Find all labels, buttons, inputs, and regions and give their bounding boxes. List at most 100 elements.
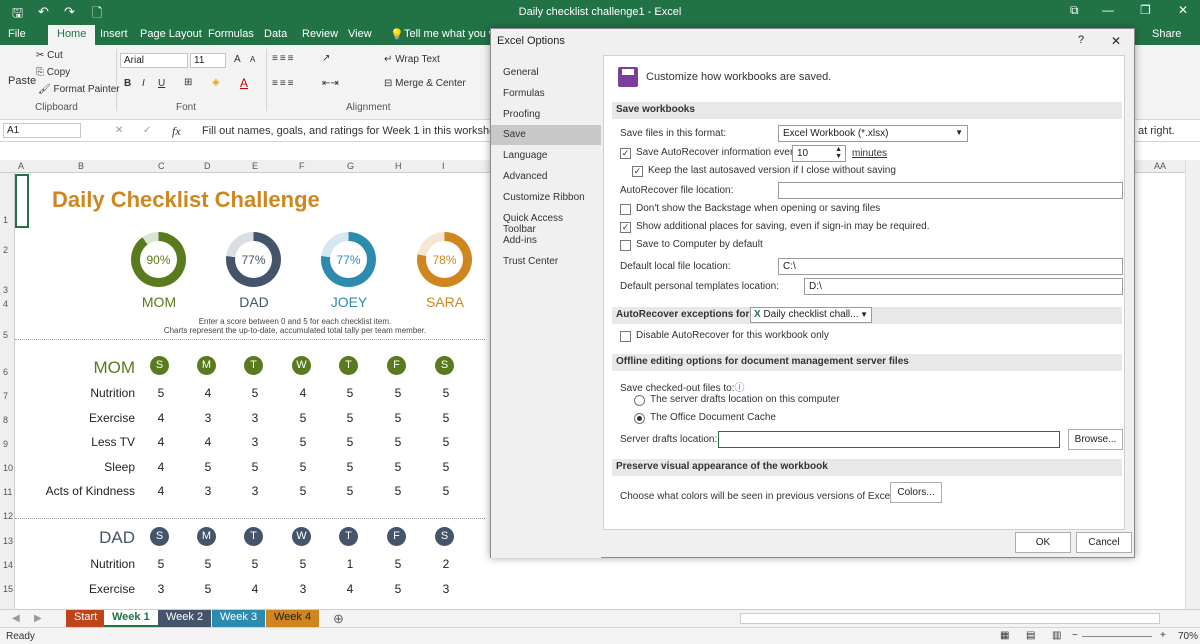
font-color-icon[interactable]: A — [240, 76, 248, 90]
font-name-select[interactable]: Arial — [120, 53, 188, 68]
cut-button[interactable]: ✂ Cut — [36, 50, 63, 61]
bold-button[interactable]: B — [124, 78, 131, 89]
insert-function-icon[interactable]: fx — [172, 124, 181, 139]
row-header[interactable]: 13 — [3, 536, 13, 546]
wrap-text-button[interactable]: ↵ Wrap Text — [384, 54, 440, 65]
dialog-close-button[interactable]: ✕ — [1111, 34, 1121, 48]
score-cell[interactable]: 5 — [388, 411, 408, 425]
score-cell[interactable]: 4 — [151, 411, 171, 425]
shrink-font-button[interactable]: A — [250, 55, 255, 64]
score-cell[interactable]: 5 — [245, 386, 265, 400]
score-cell[interactable]: 5 — [293, 435, 313, 449]
help-button[interactable]: ? — [1078, 34, 1084, 46]
font-size-select[interactable]: 11 — [190, 53, 226, 68]
score-cell[interactable]: 3 — [198, 484, 218, 498]
sheet-tab-start[interactable]: Start — [66, 610, 106, 627]
score-cell[interactable]: 4 — [151, 435, 171, 449]
active-cell[interactable] — [15, 174, 29, 228]
indent-icon[interactable]: ⇤⇥ — [322, 78, 339, 89]
maximize-button[interactable]: ❐ — [1140, 3, 1151, 17]
row-header[interactable]: 1 — [3, 215, 8, 225]
save-computer-checkbox[interactable] — [620, 240, 631, 251]
col-header-g[interactable]: G — [347, 161, 354, 171]
score-cell[interactable]: 3 — [293, 582, 313, 596]
options-nav-general[interactable]: General — [491, 63, 601, 83]
col-header-h[interactable]: H — [395, 161, 402, 171]
merge-center-button[interactable]: ⊟ Merge & Center — [384, 78, 466, 89]
keep-last-checkbox[interactable]: ✓ — [632, 166, 643, 177]
enter-icon[interactable]: ✓ — [143, 125, 151, 136]
options-nav-save[interactable]: Save — [491, 125, 601, 145]
tab-home[interactable]: Home — [48, 25, 96, 45]
options-nav-customize-ribbon[interactable]: Customize Ribbon — [491, 188, 601, 208]
score-cell[interactable]: 4 — [151, 484, 171, 498]
exceptions-workbook-select[interactable]: X Daily checklist chall... ▼ — [750, 307, 872, 323]
fill-color-icon[interactable]: ◈ — [212, 77, 220, 88]
scroll-left-icon[interactable]: ◀ — [12, 613, 20, 624]
grow-font-button[interactable]: A — [234, 54, 241, 65]
score-cell[interactable]: 4 — [151, 460, 171, 474]
scroll-right-icon[interactable]: ▶ — [34, 613, 42, 624]
dont-show-backstage-checkbox[interactable] — [620, 204, 631, 215]
zoom-out-icon[interactable]: − — [1072, 630, 1078, 641]
zoom-in-icon[interactable]: + — [1160, 630, 1166, 641]
row-header[interactable]: 2 — [3, 245, 8, 255]
score-cell[interactable]: 5 — [436, 460, 456, 474]
score-cell[interactable]: 5 — [293, 460, 313, 474]
close-window-button[interactable]: ✕ — [1178, 3, 1188, 17]
col-header-c[interactable]: C — [158, 161, 165, 171]
score-cell[interactable]: 5 — [293, 557, 313, 571]
score-cell[interactable]: 5 — [198, 557, 218, 571]
tab-view[interactable]: View — [348, 28, 372, 40]
score-cell[interactable]: 5 — [388, 557, 408, 571]
top-align-icon[interactable]: ≡≡≡ — [272, 53, 296, 64]
zoom-level[interactable]: 70% — [1178, 631, 1198, 642]
score-cell[interactable]: 4 — [340, 582, 360, 596]
copy-button[interactable]: ⎘ Copy — [36, 67, 70, 78]
row-header[interactable]: 7 — [3, 391, 8, 401]
ribbon-display-icon[interactable]: ⧉ — [1070, 3, 1079, 18]
autorecover-location-input[interactable] — [778, 182, 1123, 199]
score-cell[interactable]: 5 — [388, 460, 408, 474]
score-cell[interactable]: 4 — [293, 386, 313, 400]
horizontal-scrollbar[interactable] — [740, 613, 1160, 624]
paste-button[interactable]: Paste — [8, 75, 36, 87]
page-break-view-icon[interactable]: ▥ — [1052, 630, 1061, 641]
score-cell[interactable]: 3 — [245, 411, 265, 425]
score-cell[interactable]: 5 — [245, 460, 265, 474]
score-cell[interactable]: 5 — [198, 582, 218, 596]
score-cell[interactable]: 4 — [198, 435, 218, 449]
score-cell[interactable]: 3 — [436, 582, 456, 596]
orientation-icon[interactable]: ↗ — [322, 53, 330, 64]
autorecover-checkbox[interactable]: ✓ — [620, 148, 631, 159]
tab-review[interactable]: Review — [302, 28, 338, 40]
score-cell[interactable]: 5 — [151, 557, 171, 571]
cancel-button[interactable]: Cancel — [1076, 532, 1132, 553]
options-nav-proofing[interactable]: Proofing — [491, 105, 601, 125]
row-header[interactable]: 4 — [3, 299, 8, 309]
row-header[interactable]: 8 — [3, 415, 8, 425]
col-header-b[interactable]: B — [78, 161, 84, 171]
row-header[interactable]: 6 — [3, 367, 8, 377]
format-painter-button[interactable]: 🖌 Format Painter — [38, 84, 120, 95]
score-cell[interactable]: 5 — [340, 435, 360, 449]
show-additional-checkbox[interactable]: ✓ — [620, 222, 631, 233]
row-header[interactable]: 12 — [3, 511, 13, 521]
vertical-scrollbar[interactable] — [1185, 160, 1200, 609]
score-cell[interactable]: 4 — [198, 386, 218, 400]
score-cell[interactable]: 5 — [293, 484, 313, 498]
score-cell[interactable]: 3 — [245, 484, 265, 498]
score-cell[interactable]: 5 — [340, 460, 360, 474]
row-header[interactable]: 10 — [3, 463, 13, 473]
score-cell[interactable]: 5 — [388, 386, 408, 400]
borders-icon[interactable]: ⊞ — [184, 77, 192, 88]
default-templates-input[interactable]: D:\ — [804, 278, 1123, 295]
score-cell[interactable]: 3 — [151, 582, 171, 596]
score-cell[interactable]: 1 — [340, 557, 360, 571]
col-header-e[interactable]: E — [252, 161, 258, 171]
options-nav-language[interactable]: Language — [491, 146, 601, 166]
row-header[interactable]: 15 — [3, 584, 13, 594]
score-cell[interactable]: 5 — [340, 386, 360, 400]
ok-button[interactable]: OK — [1015, 532, 1071, 553]
score-cell[interactable]: 3 — [198, 411, 218, 425]
